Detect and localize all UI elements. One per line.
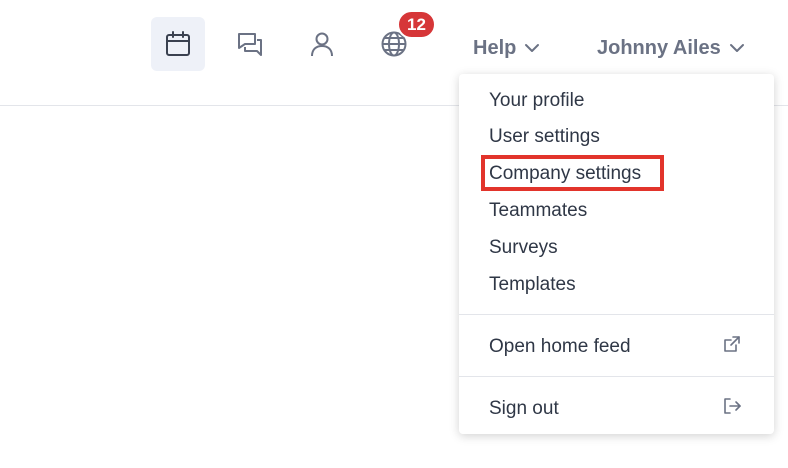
menu-item-user-settings[interactable]: User settings [489,126,600,148]
menu-item-teammates[interactable]: Teammates [489,200,587,222]
user-name: Johnny Ailes [597,36,721,59]
company-settings-highlight-box [481,155,664,191]
menu-item-surveys[interactable]: Surveys [489,237,558,259]
menu-divider [459,314,774,315]
user-dropdown-menu: Your profile User settings Company setti… [459,74,774,434]
notification-count-badge: 12 [397,10,436,39]
user-menu-button[interactable]: Johnny Ailes [597,34,745,62]
calendar-button[interactable] [151,17,205,71]
menu-item-templates[interactable]: Templates [489,274,576,296]
sign-out-icon [724,398,741,414]
help-label: Help [473,36,517,59]
chevron-down-icon [729,44,744,52]
menu-item-open-home-feed[interactable]: Open home feed [489,336,631,358]
person-icon [311,32,333,57]
menu-divider [459,376,774,377]
calendar-icon [166,31,190,56]
messages-button[interactable] [223,17,277,71]
chevron-down-icon [525,44,540,52]
menu-item-sign-out[interactable]: Sign out [489,398,559,420]
menu-item-your-profile[interactable]: Your profile [489,90,584,112]
chat-icon [238,33,262,56]
profile-button[interactable] [295,17,349,71]
external-link-icon [724,336,740,352]
help-menu-button[interactable]: Help [473,34,540,62]
